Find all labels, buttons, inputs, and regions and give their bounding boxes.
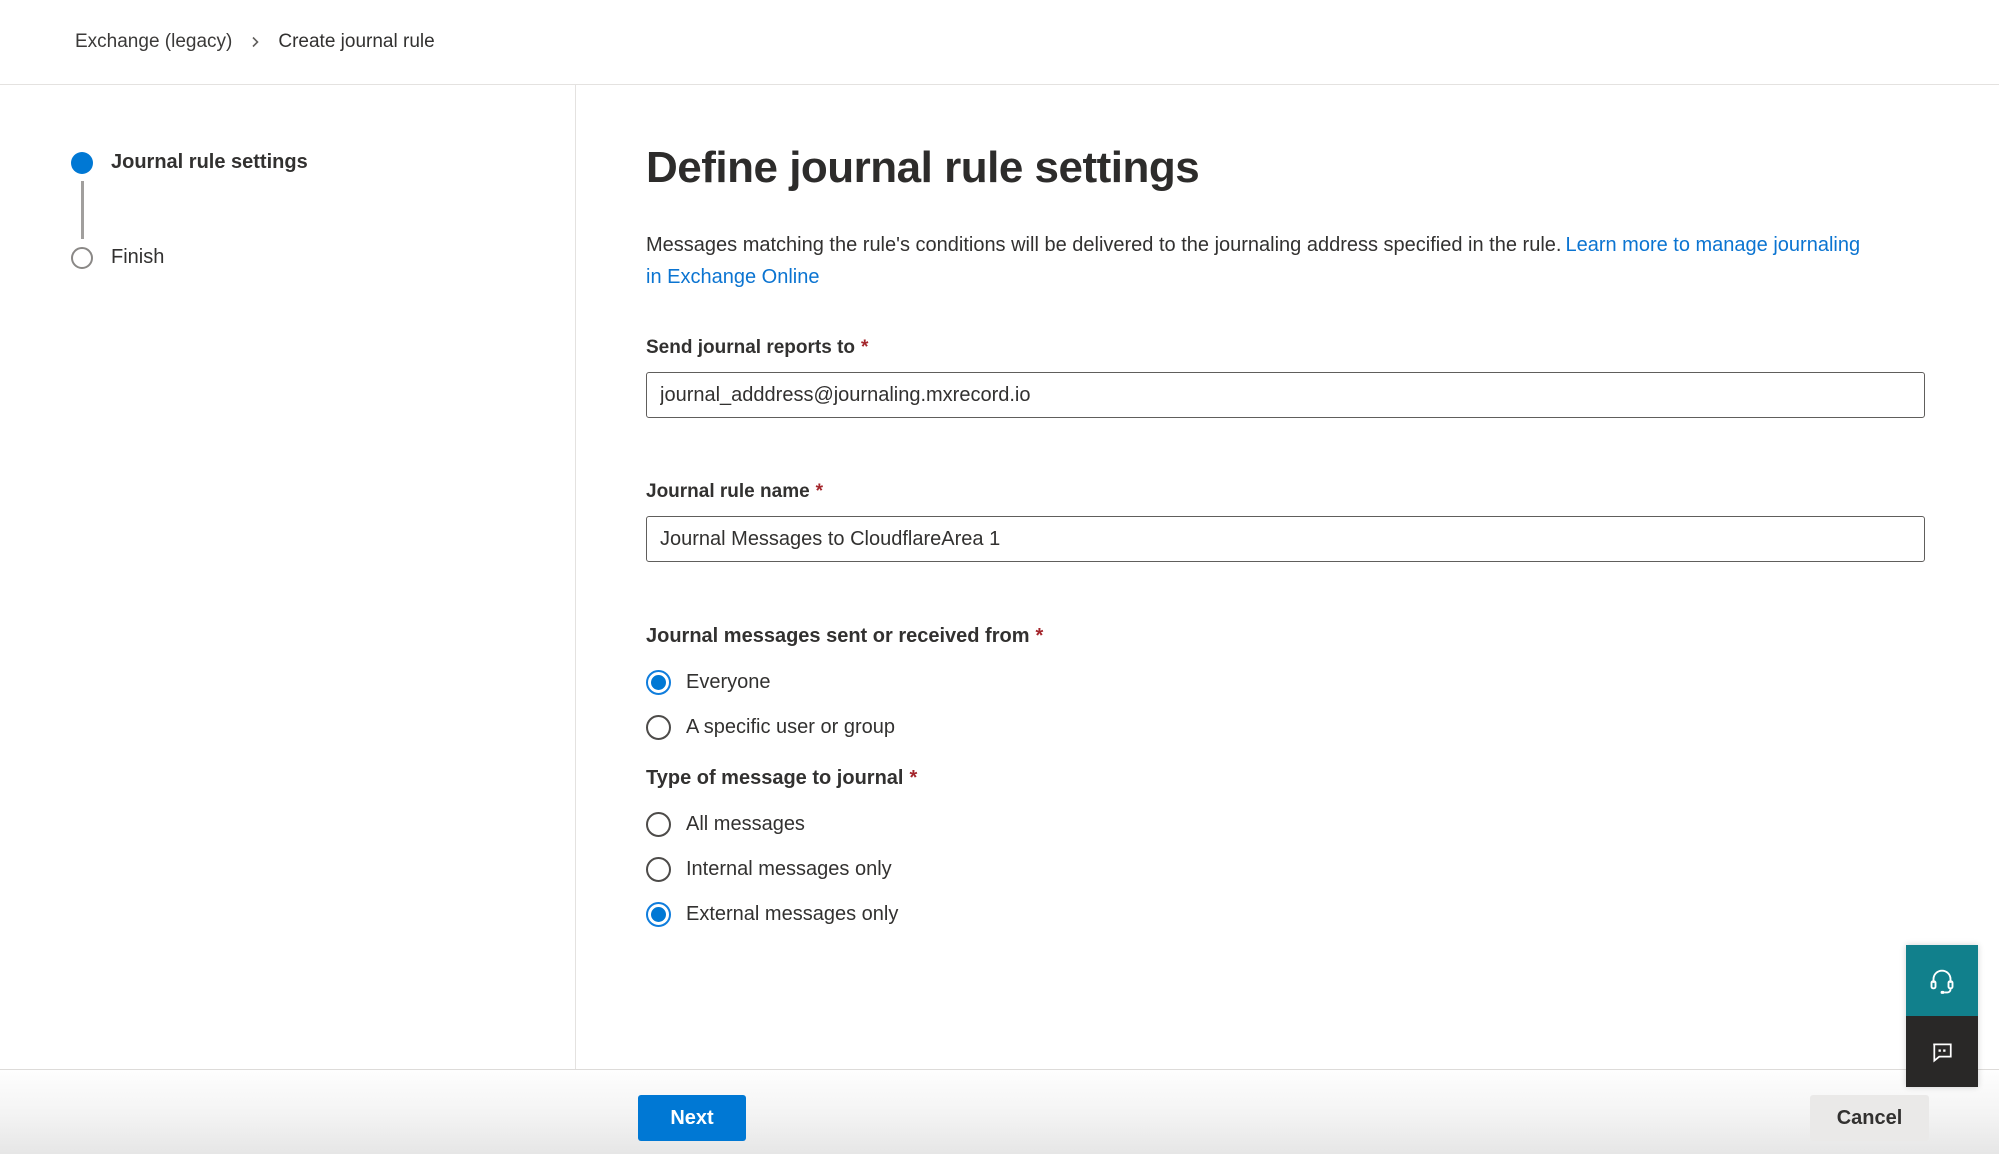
wizard-rail: Journal rule settings Finish	[0, 85, 576, 1069]
group-label-type-of-message: Type of message to journal *	[646, 767, 1999, 790]
field-send-journal-reports: Send journal reports to *	[646, 337, 1999, 418]
required-asterisk: *	[909, 767, 917, 789]
step-active-dot-icon	[71, 152, 93, 174]
description-text: Messages matching the rule's conditions …	[646, 229, 1881, 293]
chevron-right-icon	[248, 35, 262, 49]
required-asterisk: *	[816, 481, 823, 502]
radio-unselected-icon	[646, 857, 671, 882]
wizard-step-finish[interactable]: Finish	[71, 246, 575, 269]
assist-widget	[1906, 945, 1978, 1087]
radio-unselected-icon	[646, 812, 671, 837]
wizard-step-label: Journal rule settings	[111, 151, 308, 174]
next-button[interactable]: Next	[638, 1095, 746, 1141]
headset-icon	[1927, 966, 1957, 996]
radio-label: External messages only	[686, 903, 898, 926]
field-label-text: Send journal reports to	[646, 337, 855, 358]
breadcrumb-exchange-legacy[interactable]: Exchange (legacy)	[75, 31, 232, 53]
radio-group-sent-or-received-from: Journal messages sent or received from* …	[646, 625, 1999, 741]
send-journal-reports-input[interactable]	[646, 372, 1925, 418]
radio-unselected-icon	[646, 715, 671, 740]
radio-external-messages-only[interactable]: External messages only	[646, 900, 1999, 928]
required-asterisk: *	[1036, 625, 1044, 647]
step-inactive-dot-icon	[71, 247, 93, 269]
group-label-text: Type of message to journal	[646, 767, 903, 789]
radio-group-type-of-message: Type of message to journal * All messages…	[646, 767, 1999, 928]
content-area: Journal rule settings Finish Define jour…	[0, 85, 1999, 1069]
field-journal-rule-name: Journal rule name *	[646, 481, 1999, 562]
field-label-text: Journal rule name	[646, 481, 810, 502]
radio-all-messages[interactable]: All messages	[646, 810, 1999, 838]
journal-rule-name-input[interactable]	[646, 516, 1925, 562]
description-sentence: Messages matching the rule's conditions …	[646, 234, 1561, 256]
group-label-sent-or-received-from: Journal messages sent or received from *	[646, 625, 1999, 648]
radio-label: All messages	[686, 813, 805, 836]
radio-selected-icon	[646, 902, 671, 927]
required-asterisk: *	[861, 337, 868, 358]
footer-bar: Next Cancel	[0, 1069, 1999, 1154]
radio-label: A specific user or group	[686, 716, 895, 739]
radio-everyone[interactable]: Everyone	[646, 668, 1999, 696]
page-title: Define journal rule settings	[646, 143, 1999, 193]
wizard-step-journal-rule-settings[interactable]: Journal rule settings	[71, 151, 575, 174]
radio-label: Internal messages only	[686, 858, 892, 881]
radio-selected-icon	[646, 670, 671, 695]
feedback-button[interactable]	[1906, 1016, 1978, 1087]
field-label-send-journal-reports: Send journal reports to *	[646, 337, 1999, 359]
breadcrumb-bar: Exchange (legacy) Create journal rule	[0, 0, 1999, 85]
field-label-journal-rule-name: Journal rule name *	[646, 481, 1999, 503]
radio-label: Everyone	[686, 671, 771, 694]
breadcrumb: Exchange (legacy) Create journal rule	[75, 31, 435, 53]
step-connector-line	[81, 181, 84, 239]
breadcrumb-current: Create journal rule	[278, 31, 434, 53]
cancel-button[interactable]: Cancel	[1810, 1095, 1929, 1141]
help-button[interactable]	[1906, 945, 1978, 1016]
chat-bubble-icon	[1928, 1038, 1956, 1066]
group-label-text: Journal messages sent or received from	[646, 625, 1030, 647]
wizard-step-label: Finish	[111, 246, 164, 269]
radio-specific-user-or-group[interactable]: A specific user or group	[646, 713, 1999, 741]
main-panel: Define journal rule settings Messages ma…	[576, 85, 1999, 1069]
radio-internal-messages-only[interactable]: Internal messages only	[646, 855, 1999, 883]
